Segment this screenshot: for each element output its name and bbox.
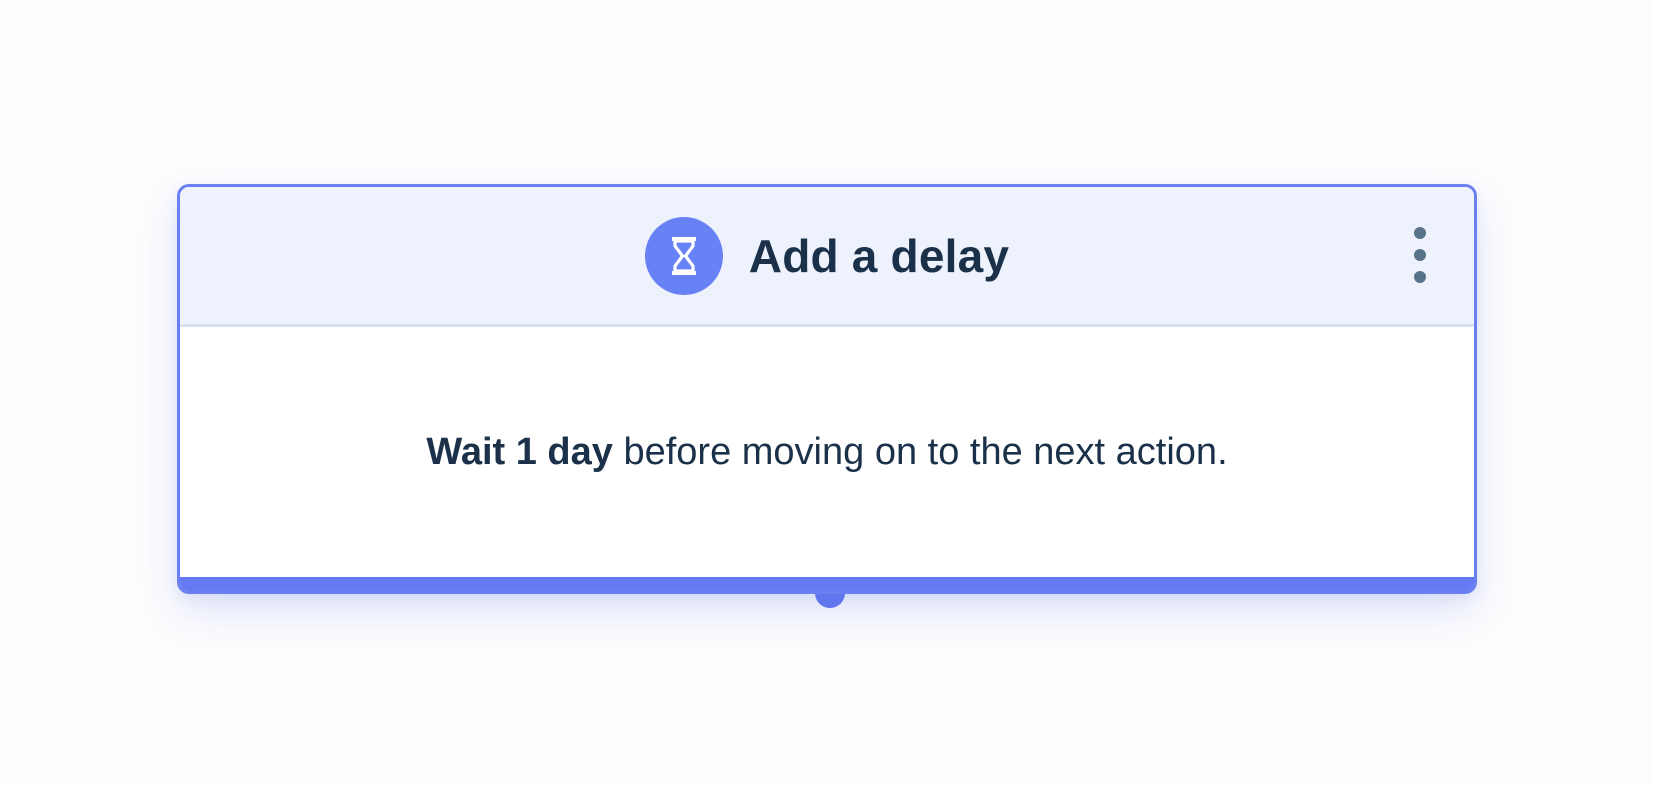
more-vertical-icon-dot xyxy=(1414,271,1426,283)
delay-description-rest: before moving on to the next action. xyxy=(612,430,1228,473)
header-content: Add a delay xyxy=(644,216,1010,295)
delay-description: Wait 1 day before moving on to the next … xyxy=(426,431,1227,474)
card-title: Add a delay xyxy=(748,229,1010,282)
hourglass-icon-glyph xyxy=(671,236,696,275)
more-vertical-icon-dot xyxy=(1414,249,1426,261)
hourglass-icon xyxy=(644,216,723,295)
card-body: Wait 1 day before moving on to the next … xyxy=(180,327,1474,577)
more-vertical-icon xyxy=(1414,227,1426,239)
delay-duration: Wait 1 day xyxy=(426,430,613,473)
card-header: Add a delay xyxy=(180,187,1474,327)
more-options-button[interactable] xyxy=(1408,227,1432,283)
delay-action-card[interactable]: Add a delay Wait 1 day before moving on … xyxy=(177,184,1477,594)
card-bottom-accent xyxy=(180,577,1474,591)
